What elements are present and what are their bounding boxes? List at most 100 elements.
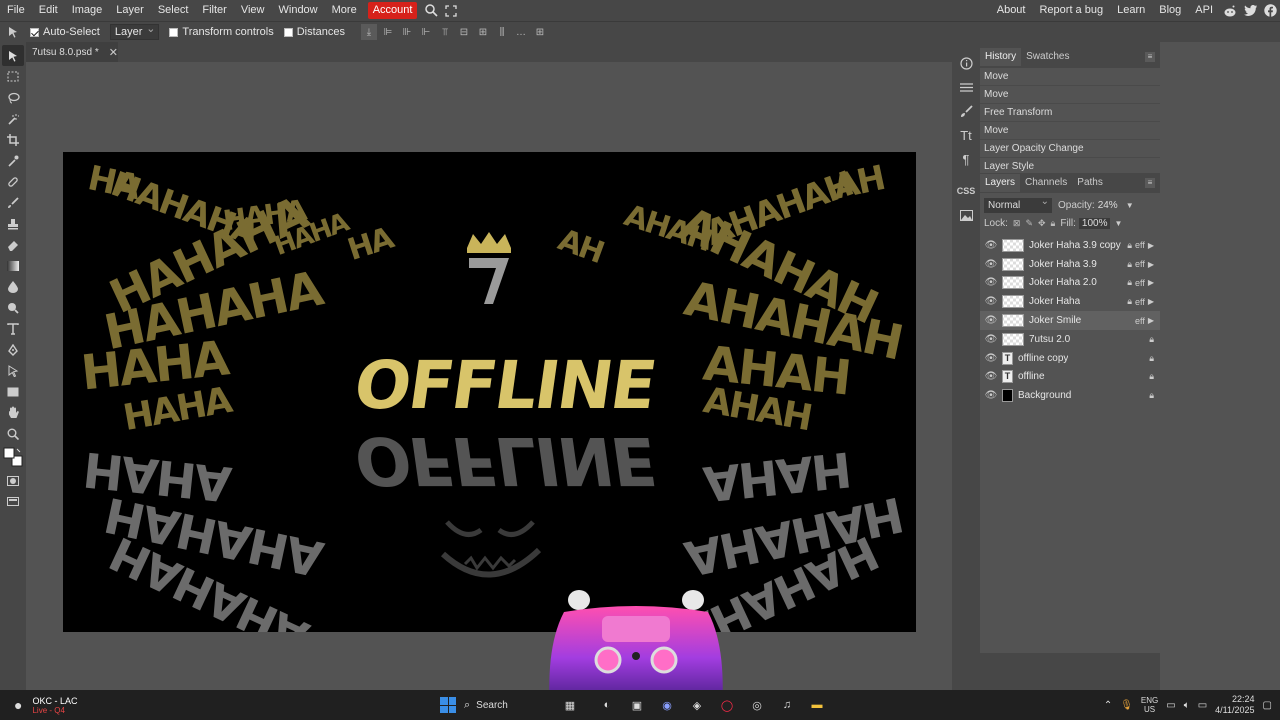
rectangle-tool-icon[interactable]: [2, 381, 24, 402]
lock-all-icon[interactable]: 🔒︎: [1051, 218, 1056, 229]
effects-label[interactable]: eff: [1135, 278, 1145, 288]
type-tool-icon[interactable]: [2, 318, 24, 339]
expand-arrow-icon[interactable]: ▶: [1148, 241, 1154, 250]
eye-icon[interactable]: 👁︎: [982, 334, 1000, 345]
menu-api[interactable]: API: [1188, 0, 1220, 21]
grid-arrange-icon[interactable]: ⊞: [532, 24, 548, 40]
history-item[interactable]: Free Transform: [980, 104, 1160, 122]
adjustments-icon[interactable]: [954, 76, 978, 98]
color-swatches-icon[interactable]: [2, 444, 24, 470]
expand-arrow-icon[interactable]: ▶: [1148, 260, 1154, 269]
align-left-icon[interactable]: ⊫: [380, 24, 396, 40]
info-icon[interactable]: [954, 52, 978, 74]
widgets-icon[interactable]: ▦: [552, 694, 588, 716]
path-select-tool-icon[interactable]: [2, 360, 24, 381]
microphone-icon[interactable]: 🎙︎: [1120, 700, 1133, 711]
lasso-tool-icon[interactable]: [2, 87, 24, 108]
epic-games-icon[interactable]: ▣: [626, 694, 648, 716]
fill-value[interactable]: 100%: [1078, 217, 1111, 229]
menu-image[interactable]: Image: [65, 0, 110, 21]
lock-pixels-icon[interactable]: ✎: [1025, 218, 1033, 229]
layer-row[interactable]: 👁︎ Joker Haha 3.9 copy 🔒︎ eff ▶: [980, 236, 1160, 255]
language-indicator[interactable]: ENG US: [1141, 696, 1158, 714]
effects-label[interactable]: eff: [1135, 240, 1145, 250]
expand-arrow-icon[interactable]: ▶: [1148, 316, 1154, 325]
crop-tool-icon[interactable]: [2, 129, 24, 150]
menu-file[interactable]: File: [0, 0, 32, 21]
magic-wand-tool-icon[interactable]: [2, 108, 24, 129]
document-canvas[interactable]: HA HAHAHA HAHA HAHAHA HAHA HA HAHAHA HAH…: [63, 152, 916, 632]
eye-icon[interactable]: 👁︎: [982, 371, 1000, 382]
menu-layer[interactable]: Layer: [109, 0, 151, 21]
transform-controls-box[interactable]: [169, 27, 179, 37]
network-icon[interactable]: ▭: [1166, 700, 1175, 711]
eye-icon[interactable]: 👁︎: [982, 296, 1000, 307]
auto-select-check-mark[interactable]: [30, 27, 39, 37]
history-item[interactable]: Move: [980, 86, 1160, 104]
document-tab[interactable]: 7utsu 8.0.psd * ✕: [26, 42, 118, 62]
lock-transparency-icon[interactable]: ⊠: [1013, 218, 1021, 229]
brush-tool-icon[interactable]: [2, 192, 24, 213]
volume-icon[interactable]: 🔈︎: [1184, 700, 1190, 711]
align-bottom-icon[interactable]: ⊞: [475, 24, 491, 40]
history-item[interactable]: Move: [980, 68, 1160, 86]
blend-mode-dropdown[interactable]: Normal: [984, 194, 1052, 213]
tab-history[interactable]: History: [980, 48, 1022, 66]
tab-channels[interactable]: Channels: [1020, 174, 1072, 192]
menu-report-bug[interactable]: Report a bug: [1032, 0, 1110, 21]
expand-arrow-icon[interactable]: ▶: [1148, 297, 1154, 306]
obs-icon[interactable]: ◎: [746, 694, 768, 716]
align-center-icon[interactable]: ⊪: [399, 24, 415, 40]
menu-view[interactable]: View: [234, 0, 272, 21]
screen-mode-icon[interactable]: [2, 491, 24, 512]
account-button[interactable]: Account: [367, 2, 418, 19]
close-icon[interactable]: ✕: [109, 46, 118, 59]
dodge-tool-icon[interactable]: [2, 297, 24, 318]
align-top-icon[interactable]: ⫪: [437, 24, 453, 40]
battery-icon[interactable]: ▭: [1198, 700, 1207, 711]
opera-gx-icon[interactable]: ◯: [716, 694, 738, 716]
weather-widget[interactable]: ● OKC - LAC Live - Q4: [14, 696, 77, 715]
character-icon[interactable]: Tt: [954, 124, 978, 146]
menu-about[interactable]: About: [990, 0, 1033, 21]
menu-window[interactable]: Window: [272, 0, 325, 21]
menu-edit[interactable]: Edit: [32, 0, 65, 21]
history-item[interactable]: Move: [980, 122, 1160, 140]
app-icon[interactable]: ◈: [686, 694, 708, 716]
panel-menu-icon[interactable]: ≡: [1145, 52, 1155, 62]
menu-more[interactable]: More: [325, 0, 364, 21]
menu-blog[interactable]: Blog: [1152, 0, 1188, 21]
align-right-icon[interactable]: ⊩: [418, 24, 434, 40]
file-explorer-icon[interactable]: ▬: [806, 694, 828, 716]
tab-swatches[interactable]: Swatches: [1021, 48, 1074, 66]
tab-layers[interactable]: Layers: [980, 174, 1021, 192]
eraser-tool-icon[interactable]: [2, 234, 24, 255]
marquee-tool-icon[interactable]: [2, 66, 24, 87]
transform-controls-checkbox[interactable]: Transform controls: [169, 26, 274, 38]
healing-brush-tool-icon[interactable]: [2, 171, 24, 192]
zoom-tool-icon[interactable]: [2, 423, 24, 444]
quick-mask-icon[interactable]: [2, 470, 24, 491]
layer-row[interactable]: 👁︎ T offline 🔒︎: [980, 368, 1160, 387]
eye-icon[interactable]: 👁︎: [982, 259, 1000, 270]
distances-box[interactable]: [283, 27, 293, 37]
align-middle-icon[interactable]: ⊟: [456, 24, 472, 40]
pen-tool-icon[interactable]: [2, 339, 24, 360]
auto-select-target-dropdown[interactable]: Layer: [109, 22, 160, 40]
chevron-up-icon[interactable]: ⌃: [1104, 700, 1112, 711]
panel-menu-icon[interactable]: ≡: [1145, 178, 1155, 188]
clock[interactable]: 22:24 4/11/2025: [1215, 694, 1254, 716]
download-icon[interactable]: ⤓: [361, 24, 377, 40]
more-options-icon[interactable]: …: [513, 24, 529, 40]
facebook-icon[interactable]: [1260, 0, 1280, 21]
blur-tool-icon[interactable]: [2, 276, 24, 297]
layer-row-selected[interactable]: 👁︎ Joker Smile eff ▶: [980, 311, 1160, 330]
clone-stamp-tool-icon[interactable]: [2, 213, 24, 234]
menu-learn[interactable]: Learn: [1110, 0, 1152, 21]
layer-row[interactable]: 👁︎ Background 🔒︎: [980, 386, 1160, 405]
effects-label[interactable]: eff: [1135, 297, 1145, 307]
effects-label[interactable]: eff: [1135, 259, 1145, 269]
fullscreen-icon[interactable]: [441, 0, 461, 21]
distribute-icon[interactable]: ⫼: [494, 24, 510, 40]
menu-filter[interactable]: Filter: [195, 0, 233, 21]
